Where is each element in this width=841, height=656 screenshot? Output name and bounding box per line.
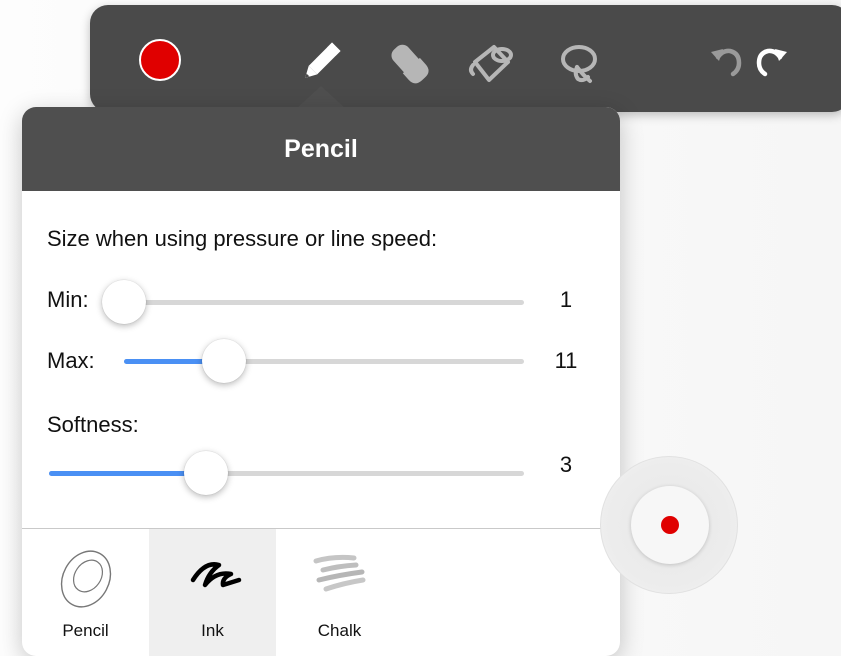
color-picker-button[interactable] [139, 39, 181, 81]
chalk-brush-label: Chalk [317, 621, 362, 640]
max-slider-thumb[interactable] [202, 339, 246, 383]
brush-types: Pencil Ink Chalk [22, 529, 620, 656]
chalk-brush-icon [313, 554, 365, 592]
min-slider-track [124, 300, 524, 305]
color-dot-icon [661, 516, 679, 534]
pencil-icon [305, 42, 341, 78]
min-value: 1 [559, 287, 573, 312]
softness-label: Softness: [47, 412, 139, 437]
panel-settings: Size when using pressure or line speed: … [22, 191, 620, 528]
min-slider-thumb[interactable] [102, 280, 146, 324]
ink-brush-label: Ink [201, 621, 224, 640]
max-label: Max: [47, 348, 95, 373]
min-label: Min: [47, 287, 89, 312]
chalk-brush-option[interactable]: Chalk [276, 529, 403, 656]
softness-slider-thumb[interactable] [183, 451, 228, 495]
pressure-size-label: Size when using pressure or line speed: [47, 226, 438, 251]
ink-brush-icon [190, 562, 241, 588]
pencil-brush-label: Pencil [62, 621, 109, 640]
lasso-icon [561, 45, 597, 83]
softness-slider[interactable] [49, 451, 524, 495]
pencil-brush-icon [60, 550, 111, 608]
undo-button[interactable] [708, 39, 746, 79]
eraser-icon [391, 44, 429, 84]
fill-tool-button[interactable] [460, 37, 522, 89]
paint-bucket-icon [469, 45, 513, 82]
undo-icon [711, 48, 742, 77]
redo-icon [756, 48, 787, 77]
softness-value: 3 [559, 452, 573, 477]
softness-slider-fill [49, 471, 206, 476]
pencil-brush-option[interactable]: Pencil [22, 529, 149, 656]
redo-button[interactable] [752, 39, 790, 79]
ink-brush-option[interactable]: Ink [149, 529, 276, 656]
lasso-tool-button[interactable] [550, 37, 608, 89]
drawing-toolbar [90, 5, 841, 112]
max-size-slider[interactable] [124, 339, 524, 383]
pencil-settings-panel: Pencil Size when using pressure or line … [22, 107, 620, 656]
panel-title: Pencil [22, 107, 620, 191]
max-value: 11 [554, 348, 578, 373]
pencil-tool-button[interactable] [290, 34, 350, 92]
eraser-tool-button[interactable] [380, 37, 438, 89]
popover-caret [297, 86, 345, 108]
min-size-slider[interactable] [102, 280, 524, 324]
